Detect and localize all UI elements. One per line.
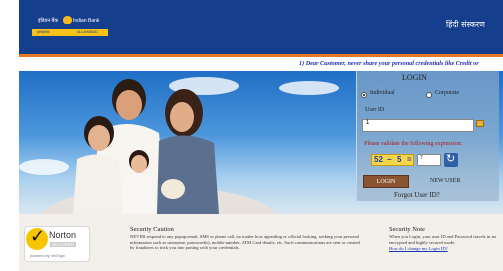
norton-powered-by: powered by VeriSign	[30, 254, 65, 258]
ticker-text: 1) Dear Customer, never share your perso…	[299, 60, 479, 67]
logo-bank-name: Indian Bank	[73, 18, 100, 24]
logo-text: इंडियन बैंक	[38, 18, 59, 24]
logo-bird-icon	[63, 16, 72, 24]
corporate-label[interactable]: Corporate	[435, 90, 459, 96]
radio-selected-dot	[363, 94, 365, 96]
forgot-userid-link[interactable]: Forgot User ID?	[394, 191, 440, 199]
hindi-version-link[interactable]: हिंदी संस्करण	[446, 19, 485, 30]
security-caution-text: NEVER respond to any popup,email, SMS or…	[130, 234, 360, 250]
userid-input[interactable]: 1	[362, 119, 474, 132]
security-caution-title: Security Caution	[130, 226, 174, 233]
logo-tagline-right: ALLAHABAD	[77, 30, 98, 34]
refresh-icon[interactable]: ↻	[446, 152, 455, 166]
security-note-title: Security Note	[389, 226, 425, 233]
virtual-keyboard-icon[interactable]	[476, 120, 484, 127]
userid-label: User ID	[365, 107, 385, 113]
captcha-operator: −	[387, 155, 392, 164]
new-user-link[interactable]: NEW USER	[430, 178, 460, 184]
login-button[interactable]: LOGIN	[363, 175, 409, 188]
norton-secured-label: SECURED	[50, 242, 77, 247]
change-login-id-link[interactable]: How do I change my Login ID?	[389, 246, 448, 251]
norton-name: Norton	[49, 230, 77, 240]
family-photo	[41, 79, 277, 214]
captcha-answer-input[interactable]: ?	[417, 154, 441, 166]
captcha-operand-b: 5	[397, 155, 402, 164]
checkmark-glyph: ✓	[30, 226, 46, 247]
captcha-operand-a: 52	[374, 155, 383, 164]
logo-tagline-left: इलाहाबाद	[37, 30, 50, 34]
captcha-equals: =	[407, 155, 412, 164]
security-note-text: When you Login, your user ID and Passwor…	[389, 234, 496, 245]
captcha-instruction: Please validate the following expression…	[364, 141, 463, 147]
login-title: LOGIN	[402, 73, 427, 82]
individual-label[interactable]: Individual	[370, 90, 395, 96]
corporate-radio[interactable]	[426, 92, 432, 98]
